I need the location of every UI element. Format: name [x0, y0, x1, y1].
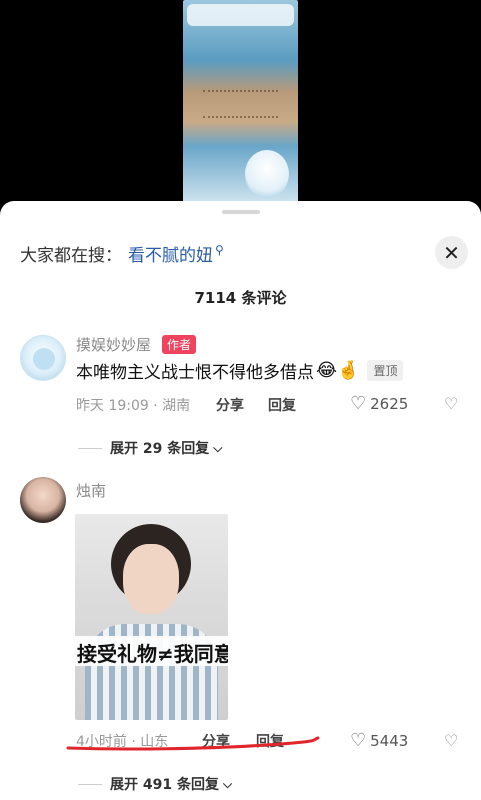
expand-replies-button[interactable]: 展开 29 条回复 ⌵	[78, 438, 222, 458]
heart-icon: ♡	[350, 393, 367, 414]
avatar[interactable]	[20, 477, 66, 523]
like-count: 5443	[370, 731, 409, 750]
like-count: 2625	[370, 394, 409, 413]
comment-body: 本唯物主义战士恨不得他多借点	[76, 363, 314, 383]
red-underline-annotation	[66, 736, 320, 751]
broken-heart-icon[interactable]: ♡	[444, 394, 458, 413]
search-icon[interactable]: ⚲	[215, 243, 224, 257]
author-badge: 作者	[162, 335, 197, 354]
close-button[interactable]: ✕	[435, 236, 468, 269]
comment-text: 本唯物主义战士恨不得他多借点 😂🤞 置顶	[76, 358, 404, 383]
heart-icon: ♡	[350, 730, 367, 751]
video-handwriting	[203, 90, 278, 118]
comment-username[interactable]: 摸娱妙妙屋	[76, 334, 151, 355]
video-mascot	[245, 150, 289, 198]
drag-handle[interactable]	[222, 210, 260, 214]
video-banner	[187, 4, 294, 26]
like-button[interactable]: ♡ 2625	[350, 393, 408, 414]
comment-count: 7114 条评论	[194, 289, 287, 307]
expand-replies-label: 展开 491 条回复	[110, 777, 219, 793]
comment-username[interactable]: 烛南	[76, 480, 106, 501]
comment-time-location: 昨天 19:09 · 湖南	[76, 398, 191, 414]
reply-button[interactable]: 回复	[268, 395, 296, 415]
chevron-down-icon: ⌵	[222, 776, 233, 791]
video-player[interactable]	[0, 0, 481, 205]
chevron-down-icon: ⌵	[213, 440, 223, 455]
search-prefix: 大家都在搜：	[20, 246, 122, 266]
comments-sheet: 大家都在搜： 看不腻的妞 ⚲ ✕ 7114 条评论 摸娱妙妙屋 作者 本唯物主义…	[0, 201, 481, 800]
video-thumbnail	[183, 0, 298, 203]
close-icon: ✕	[443, 240, 460, 265]
avatar[interactable]	[20, 335, 66, 381]
search-suggestion[interactable]: 大家都在搜： 看不腻的妞 ⚲	[20, 241, 224, 267]
share-button[interactable]: 分享	[216, 395, 244, 415]
image-caption: 接受礼物≠我同意	[77, 642, 228, 666]
broken-heart-icon[interactable]: ♡	[444, 731, 458, 750]
comment-image[interactable]: 接受礼物≠我同意	[75, 514, 228, 720]
expand-replies-button[interactable]: 展开 491 条回复 ⌵	[78, 774, 232, 794]
pinned-badge: 置顶	[367, 360, 404, 381]
expand-replies-label: 展开 29 条回复	[110, 441, 210, 457]
like-button[interactable]: ♡ 5443	[350, 730, 408, 751]
comment-emojis: 😂🤞	[316, 360, 360, 381]
search-term-link[interactable]: 看不腻的妞	[128, 241, 213, 266]
